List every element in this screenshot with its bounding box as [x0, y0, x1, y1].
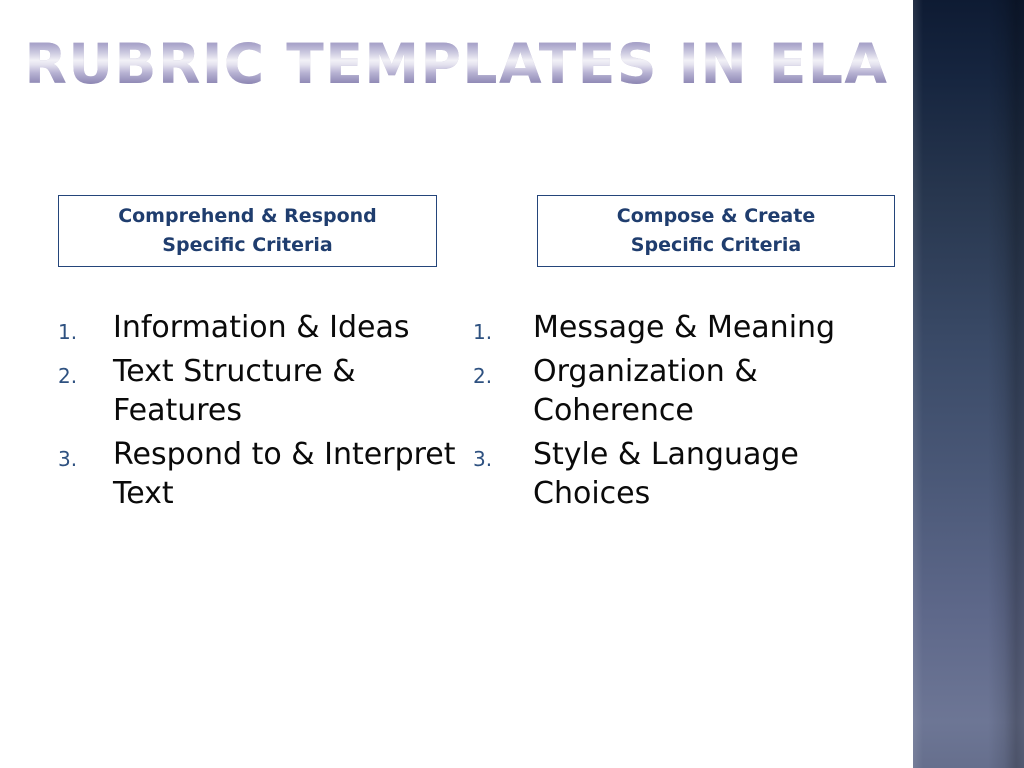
slide-canvas: Rubric Templates in ELA Comprehend & Res… [0, 0, 1024, 768]
list-item-number: 1. [58, 320, 78, 344]
list-item-label: Message & Meaning [533, 310, 836, 345]
list-item: 2. Text Structure & Features [58, 352, 458, 431]
criteria-list-compose-create: 1. Message & Meaning 2. Organization & C… [473, 308, 873, 518]
criteria-list-comprehend-respond: 1. Information & Ideas 2. Text Structure… [58, 308, 458, 518]
list-item-number: 3. [473, 446, 493, 471]
list-item-number: 3. [58, 446, 78, 471]
list-item-label: Style & Language Choices [533, 436, 799, 512]
decorative-side-band [913, 0, 1024, 768]
list-item: 1. Information & Ideas [58, 308, 458, 348]
criteria-header-line-1: Comprehend & Respond [118, 204, 377, 227]
list-item-number: 1. [473, 320, 493, 344]
criteria-header-box-comprehend-respond: Comprehend & Respond Specific Criteria [58, 195, 437, 267]
list-item-label: Organization & Coherence [533, 353, 758, 429]
list-item-number: 2. [473, 363, 493, 388]
list-item: 3. Style & Language Choices [473, 435, 873, 514]
criteria-header-line-2: Specific Criteria [162, 234, 333, 256]
list-item-label: Respond to & Interpret Text [113, 436, 456, 512]
list-item-label: Text Structure & Features [113, 353, 356, 429]
criteria-header-box-compose-create: Compose & Create Specific Criteria [537, 195, 895, 267]
list-item: 2. Organization & Coherence [473, 352, 873, 431]
list-item: 1. Message & Meaning [473, 308, 873, 348]
criteria-header-line-1: Compose & Create [616, 204, 816, 227]
list-item-label: Information & Ideas [113, 310, 410, 345]
criteria-header-line-2: Specific Criteria [630, 234, 802, 256]
list-item-number: 2. [58, 363, 78, 388]
list-item: 3. Respond to & Interpret Text [58, 435, 458, 514]
slide-title: Rubric Templates in ELA [0, 35, 913, 94]
